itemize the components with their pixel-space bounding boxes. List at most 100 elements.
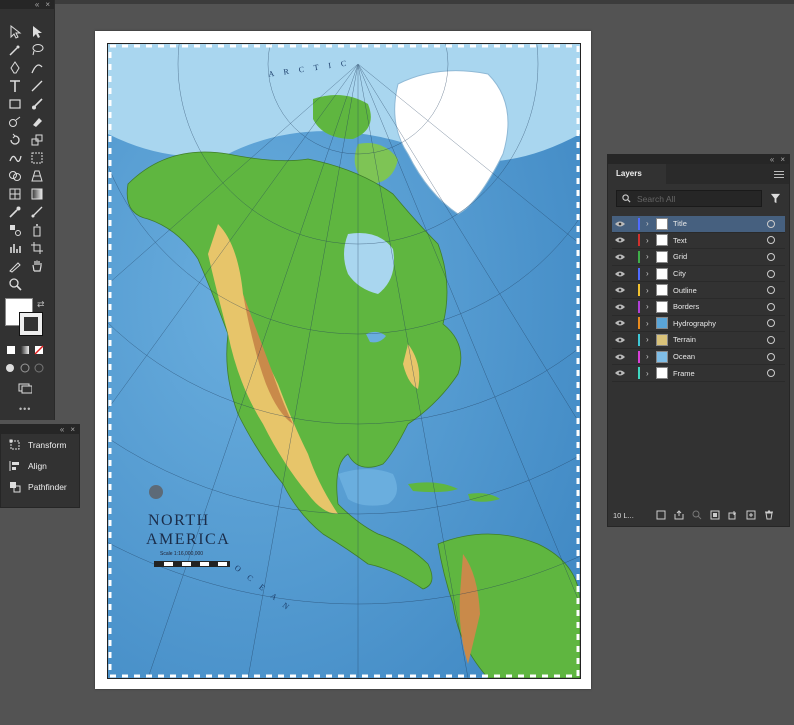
artboard-locate-icon[interactable] (656, 510, 666, 520)
eyedropper-tool-icon[interactable] (6, 204, 24, 220)
layer-target-icon[interactable] (767, 219, 775, 228)
selection-tool-icon[interactable] (6, 24, 24, 40)
eraser-tool-icon[interactable] (28, 114, 46, 130)
layer-target-icon[interactable] (767, 335, 775, 344)
paintbrush-tool-icon[interactable] (28, 96, 46, 112)
artboard[interactable]: O C E A N A R C T I C NORTH AMERICA Scal… (95, 31, 591, 689)
close-icon[interactable]: × (780, 155, 785, 164)
eye-icon[interactable] (612, 221, 628, 227)
shape-builder-tool-icon[interactable] (6, 168, 24, 184)
collapse-icon[interactable]: « (770, 155, 774, 164)
layer-name[interactable]: Text (673, 236, 767, 245)
layer-row-title[interactable]: › Title (612, 216, 785, 233)
layer-target-icon[interactable] (767, 302, 775, 311)
slice-tool-icon[interactable] (6, 258, 24, 274)
layer-target-icon[interactable] (767, 319, 775, 328)
layer-name[interactable]: Title (673, 219, 767, 228)
screen-mode-icon[interactable] (16, 380, 34, 396)
layer-row-terrain[interactable]: › Terrain (612, 332, 785, 349)
layer-target-icon[interactable] (767, 352, 775, 361)
layer-name[interactable]: Outline (673, 286, 767, 295)
eye-icon[interactable] (612, 354, 628, 360)
chevron-right-icon[interactable]: › (646, 236, 656, 245)
type-tool-icon[interactable] (6, 78, 24, 94)
layer-name[interactable]: Hydrography (673, 319, 767, 328)
more-tools-icon[interactable]: ••• (19, 404, 31, 414)
layer-name[interactable]: Grid (673, 252, 767, 261)
eye-icon[interactable] (612, 254, 628, 260)
free-transform-tool-icon[interactable] (28, 150, 46, 166)
eye-icon[interactable] (612, 271, 628, 277)
layer-target-icon[interactable] (767, 369, 775, 378)
chevron-right-icon[interactable]: › (646, 302, 656, 311)
close-icon[interactable]: × (70, 425, 75, 434)
eye-icon[interactable] (612, 304, 628, 310)
eye-icon[interactable] (612, 337, 628, 343)
shaper-tool-icon[interactable] (6, 114, 24, 130)
zoom-tool-icon[interactable] (6, 276, 24, 292)
chevron-right-icon[interactable]: › (646, 335, 656, 344)
layer-row-grid[interactable]: › Grid (612, 249, 785, 266)
pen-tool-icon[interactable] (6, 60, 24, 76)
layer-row-hydrography[interactable]: › Hydrography (612, 316, 785, 333)
layer-name[interactable]: Terrain (673, 335, 767, 344)
line-tool-icon[interactable] (28, 78, 46, 94)
clipping-mask-icon[interactable] (710, 510, 720, 520)
gradient-tool-icon[interactable] (28, 186, 46, 202)
layer-name[interactable]: Ocean (673, 352, 767, 361)
hand-tool-icon[interactable] (28, 258, 46, 274)
rotate-tool-icon[interactable] (6, 132, 24, 148)
layers-search-input[interactable]: Search All (616, 190, 762, 207)
transform-panel-button[interactable]: Transform (1, 434, 79, 455)
new-layer-icon[interactable] (746, 510, 756, 520)
eye-icon[interactable] (612, 287, 628, 293)
new-sublayer-icon[interactable] (728, 510, 738, 520)
chevron-right-icon[interactable]: › (646, 286, 656, 295)
column-graph-tool-icon[interactable] (6, 240, 24, 256)
layer-target-icon[interactable] (767, 252, 775, 261)
eye-icon[interactable] (612, 237, 628, 243)
align-panel-button[interactable]: Align (1, 455, 79, 476)
mesh-tool-icon[interactable] (6, 186, 24, 202)
symbol-sprayer-tool-icon[interactable] (28, 222, 46, 238)
draw-inside-icon[interactable] (30, 360, 48, 376)
artboard-tool-icon[interactable] (28, 240, 46, 256)
layer-row-frame[interactable]: › Frame (612, 365, 785, 382)
rectangle-tool-icon[interactable] (6, 96, 24, 112)
eye-icon[interactable] (612, 320, 628, 326)
none-mode-icon[interactable] (30, 342, 48, 358)
layer-row-city[interactable]: › City (612, 266, 785, 283)
layer-row-outline[interactable]: › Outline (612, 282, 785, 299)
stroke-swatch[interactable] (19, 312, 43, 336)
layer-name[interactable]: Borders (673, 302, 767, 311)
layer-target-icon[interactable] (767, 236, 775, 245)
magic-wand-tool-icon[interactable] (6, 42, 24, 58)
chevron-right-icon[interactable]: › (646, 269, 656, 278)
layer-name[interactable]: City (673, 269, 767, 278)
layer-row-text[interactable]: › Text (612, 233, 785, 250)
export-icon[interactable] (674, 510, 684, 520)
direct-selection-tool-icon[interactable] (28, 24, 46, 40)
close-icon[interactable]: × (45, 0, 50, 9)
chevron-right-icon[interactable]: › (646, 352, 656, 361)
layer-row-borders[interactable]: › Borders (612, 299, 785, 316)
locate-object-icon[interactable] (692, 510, 702, 520)
eye-icon[interactable] (612, 370, 628, 376)
warp-tool-icon[interactable] (6, 150, 24, 166)
perspective-grid-tool-icon[interactable] (28, 168, 46, 184)
north-america-map[interactable]: O C E A N A R C T I C NORTH AMERICA Scal… (107, 43, 581, 679)
filter-icon[interactable] (770, 193, 781, 204)
layer-name[interactable]: Frame (673, 369, 767, 378)
swap-fill-stroke-icon[interactable]: ⇄ (37, 299, 45, 310)
collapse-icon[interactable]: « (60, 425, 64, 434)
scale-tool-icon[interactable] (28, 132, 46, 148)
panel-menu-icon[interactable] (774, 169, 784, 180)
layer-target-icon[interactable] (767, 286, 775, 295)
layer-row-ocean[interactable]: › Ocean (612, 349, 785, 366)
chevron-right-icon[interactable]: › (646, 369, 656, 378)
blend-tool-icon[interactable] (6, 222, 24, 238)
chevron-right-icon[interactable]: › (646, 252, 656, 261)
pathfinder-panel-button[interactable]: Pathfinder (1, 476, 79, 497)
tab-layers[interactable]: Layers (608, 164, 666, 184)
lasso-tool-icon[interactable] (28, 42, 46, 58)
